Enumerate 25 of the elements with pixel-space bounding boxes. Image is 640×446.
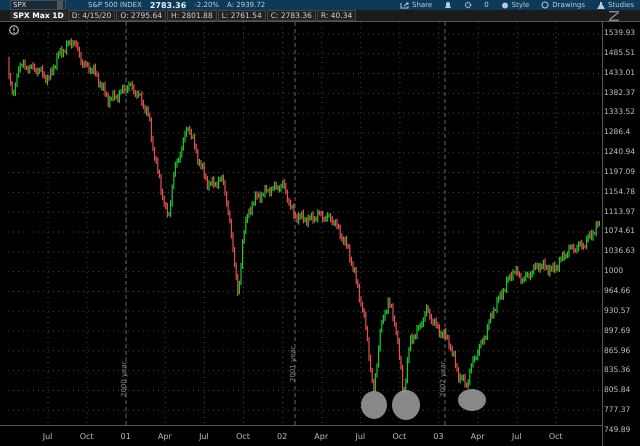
- time-axis-label: Oct: [235, 432, 251, 440]
- time-axis-label: Apr: [156, 432, 173, 440]
- time-axis-label: Jul: [41, 432, 54, 440]
- bell-icon: [444, 2, 452, 8]
- time-axis-label: Apr: [470, 432, 486, 440]
- time-axis-label: Oct: [391, 432, 408, 440]
- circle-icon: [541, 1, 550, 9]
- time-axis-label: 02: [276, 432, 288, 440]
- time-axis-label: Jul: [354, 432, 366, 440]
- last-price: 2783.36: [150, 0, 186, 10]
- time-axis-label: Jul: [198, 432, 210, 440]
- highlight-circle: [392, 390, 420, 420]
- time-axis-label: Apr: [313, 432, 330, 440]
- settings-icon: [464, 1, 472, 9]
- palette-icon: [500, 2, 509, 8]
- time-axis-label: Oct: [78, 432, 95, 440]
- highlight-circle: [361, 391, 387, 419]
- time-axis-label: Oct: [548, 432, 564, 440]
- share-icon: [400, 2, 409, 8]
- highlight-circle: [458, 389, 486, 411]
- info-icon[interactable]: [9, 25, 19, 35]
- time-axis-label: 01: [120, 432, 132, 440]
- scale-icon[interactable]: [608, 10, 620, 20]
- time-axis-label: 03: [432, 432, 445, 440]
- time-axis-label: Jul: [510, 432, 522, 440]
